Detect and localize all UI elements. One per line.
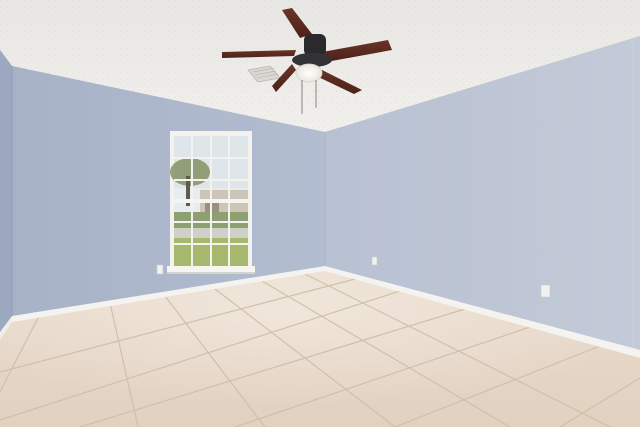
window-icon [167, 131, 255, 274]
room-photo [0, 0, 640, 427]
far-left-wall [0, 50, 12, 338]
